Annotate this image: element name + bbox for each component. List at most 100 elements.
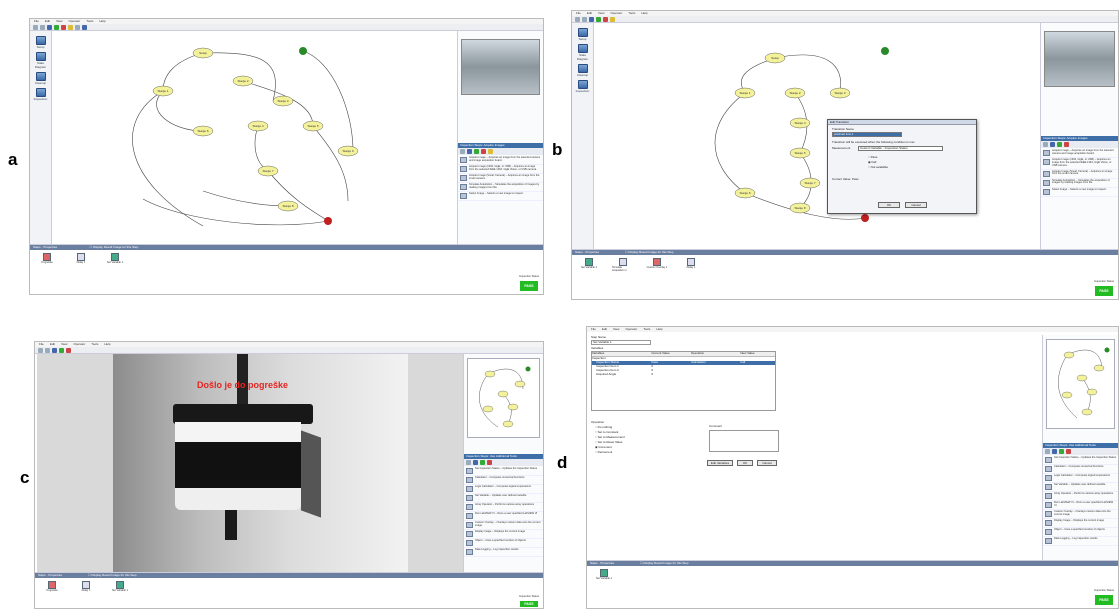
list-item[interactable]: Object – Uses a specified number of obje…: [464, 539, 543, 548]
step-name-input[interactable]: Set Variable 1: [591, 340, 651, 345]
open-icon[interactable]: [575, 16, 580, 22]
stop-icon[interactable]: [61, 24, 66, 30]
tab-locate-icon[interactable]: [1066, 449, 1071, 454]
step-item[interactable]: Set Variable 1: [109, 581, 131, 593]
menu-tools[interactable]: Tools: [643, 327, 650, 331]
list-item[interactable]: Select Image – Selects a new image to in…: [458, 192, 543, 201]
op-increment[interactable]: ◉ Increment: [595, 445, 612, 449]
tab-locate-icon[interactable]: [1064, 142, 1069, 147]
display-result-checkbox[interactable]: Display Result Image for this Step: [93, 245, 138, 249]
tab-enhance-icon[interactable]: [1050, 142, 1055, 147]
menu-file[interactable]: File: [34, 19, 39, 23]
list-item[interactable]: Acquire Image – Acquires an image from t…: [1041, 149, 1118, 158]
step-item[interactable]: Simulate Acquisition 1: [612, 258, 634, 273]
menu-tools[interactable]: Tools: [86, 19, 93, 23]
list-item[interactable]: Set Inspection Status – Updates the Insp…: [464, 467, 543, 476]
list-item[interactable]: Run LabVIEW VI – Runs a user specified L…: [1043, 501, 1118, 510]
grid-icon[interactable]: [82, 24, 87, 30]
list-item[interactable]: Custom Overlay – Overlays custom data on…: [1043, 510, 1118, 519]
menu-tools[interactable]: Tools: [91, 342, 98, 346]
menu-operator[interactable]: Operator: [68, 19, 80, 23]
step-item[interactable]: Pogreška: [41, 581, 63, 593]
sidebar-item-cleanup[interactable]: Cleanup: [34, 71, 48, 85]
list-item[interactable]: Simulate Acquisition – Simulates the acq…: [458, 183, 543, 192]
comment-textarea[interactable]: [709, 430, 779, 452]
state-diagram-canvas[interactable]: Setup Stanje 1 Stanje 2 Stanje 3 Stanje 4 Sta…: [53, 31, 458, 245]
measurement-select[interactable]: Custom Variable - Inspection Status: [858, 146, 943, 151]
option-fail[interactable]: ◉ Fail: [868, 160, 876, 164]
tab-acquire-icon[interactable]: [1043, 142, 1048, 147]
edit-variables-button[interactable]: Edit Variables: [707, 460, 733, 466]
list-item[interactable]: Data Logging – Log inspection results: [1043, 537, 1118, 546]
stop-node[interactable]: [324, 217, 332, 225]
op-set-reset[interactable]: ○ Set to Reset Value: [595, 440, 622, 444]
menu-file[interactable]: File: [576, 11, 581, 15]
list-item[interactable]: Logic Calculator – Computes logical expr…: [464, 485, 543, 494]
menu-edit[interactable]: Edit: [587, 11, 592, 15]
step-item[interactable]: Set Variable 1: [104, 253, 126, 265]
menu-tools[interactable]: Tools: [628, 11, 635, 15]
list-item[interactable]: Acquire Image (Smart Camera) – Acquires …: [1041, 170, 1118, 179]
transition-name-input[interactable]: predmet ima 1: [832, 132, 902, 137]
list-item[interactable]: Array Operator – Performs various array …: [1043, 492, 1118, 501]
option-pass[interactable]: ○ Pass: [868, 155, 877, 159]
list-item[interactable]: Logic Calculator – Computes logical expr…: [1043, 474, 1118, 483]
sidebar-item-inspection[interactable]: Inspection: [34, 88, 48, 101]
image-viewer[interactable]: Došlo je do pogreške: [37, 354, 463, 574]
stop-node[interactable]: [861, 214, 869, 222]
open-icon[interactable]: [38, 347, 43, 353]
list-item[interactable]: Custom Overlay – Overlays custom data on…: [464, 521, 543, 530]
open-icon[interactable]: [33, 24, 38, 30]
zoom-icon[interactable]: [52, 347, 57, 353]
tab-enhance-icon[interactable]: [1052, 449, 1057, 454]
menu-operator[interactable]: Operator: [610, 11, 622, 15]
run-icon[interactable]: [596, 16, 601, 22]
menu-view[interactable]: View: [613, 327, 619, 331]
list-item[interactable]: Data Logging – Log inspection results: [464, 548, 543, 557]
tab-acquire-icon[interactable]: [1045, 449, 1050, 454]
save-icon[interactable]: [40, 24, 45, 30]
op-set-measurement[interactable]: ○ Set to Measurement: [595, 435, 625, 439]
tab-enhance-icon[interactable]: [467, 149, 472, 154]
save-icon[interactable]: [45, 347, 50, 353]
menu-help[interactable]: Help: [656, 327, 662, 331]
sidebar-item-setup[interactable]: Setup: [576, 28, 590, 41]
sidebar-item-cleanup[interactable]: Cleanup: [576, 63, 590, 77]
tab-acquire-icon[interactable]: [466, 460, 471, 465]
step-item[interactable]: Custom Overlay 1: [646, 258, 668, 273]
sidebar-item-state-diagram[interactable]: State Diagram: [576, 44, 590, 61]
menu-help[interactable]: Help: [641, 11, 647, 15]
list-item[interactable]: Acquire Image (1394, GigE, or USB) – Acq…: [1041, 158, 1118, 170]
step-item[interactable]: Set Variable 1: [593, 569, 615, 581]
list-item[interactable]: Set Inspection Status – Updates the Insp…: [1043, 456, 1118, 465]
step-icon[interactable]: [68, 24, 73, 30]
menu-view[interactable]: View: [598, 11, 604, 15]
list-item[interactable]: Calculator – Computes numerical function…: [464, 476, 543, 485]
list-item[interactable]: Run LabVIEW VI – Runs a user specified L…: [464, 512, 543, 521]
option-not-available[interactable]: ○ Not available: [868, 165, 888, 169]
run-icon[interactable]: [54, 24, 59, 30]
table-row[interactable]: Acquired Angle 0: [592, 372, 775, 377]
display-result-checkbox[interactable]: Display Result Image for this Step: [628, 250, 673, 254]
list-item[interactable]: Object – Uses a specified number of obje…: [1043, 528, 1118, 537]
list-item[interactable]: Array Operator – Performs various array …: [464, 503, 543, 512]
step-item[interactable]: Delay 1: [70, 253, 92, 265]
display-result-checkbox[interactable]: Display Result Image for this Step: [643, 561, 688, 565]
list-item[interactable]: Display Image – Displays the current ima…: [464, 530, 543, 539]
start-node[interactable]: [881, 47, 889, 55]
save-icon[interactable]: [582, 16, 587, 22]
menu-operator[interactable]: Operator: [625, 327, 637, 331]
stop-icon[interactable]: [603, 16, 608, 22]
step-icon[interactable]: [610, 16, 615, 22]
tab-check-icon[interactable]: [474, 149, 479, 154]
list-item[interactable]: Set Variable – Updates user defined vari…: [1043, 483, 1118, 492]
cancel-button[interactable]: Cancel: [905, 202, 927, 208]
op-set-constant[interactable]: ○ Set to Constant: [595, 430, 618, 434]
menu-operator[interactable]: Operator: [73, 342, 85, 346]
tab-check-icon[interactable]: [480, 460, 485, 465]
sidebar-item-inspection[interactable]: Inspection: [576, 80, 590, 93]
zoom-icon[interactable]: [47, 24, 52, 30]
menu-file[interactable]: File: [39, 342, 44, 346]
tab-measure-icon[interactable]: [488, 149, 493, 154]
menu-edit[interactable]: Edit: [602, 327, 607, 331]
